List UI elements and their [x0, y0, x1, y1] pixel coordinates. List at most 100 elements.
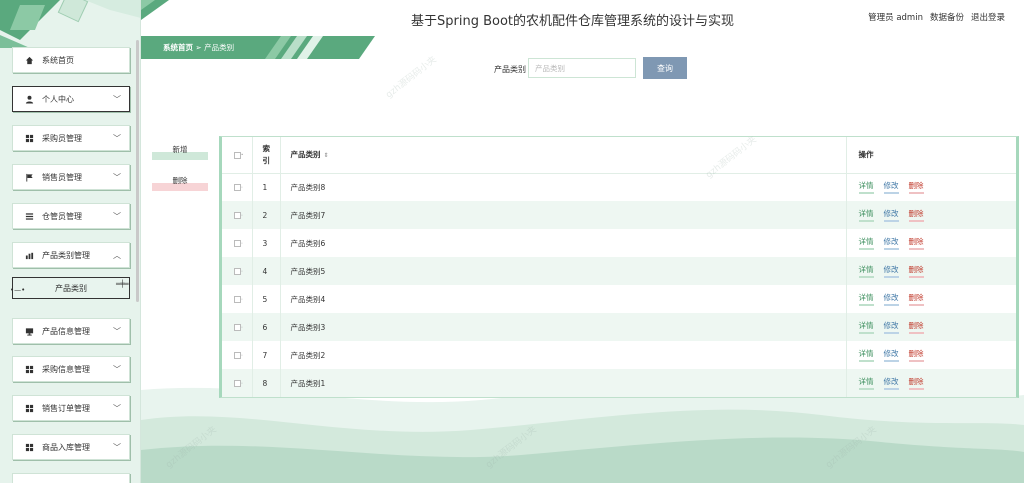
delete-button[interactable]: 删除 — [908, 321, 924, 334]
sidebar-item-label: 采购员管理 — [42, 133, 82, 143]
table-row: · 7 产品类别2 详情 修改 删除 — [222, 341, 1016, 369]
grid-icon — [25, 404, 34, 413]
row-checkbox[interactable] — [234, 296, 241, 303]
detail-button[interactable]: 详情 — [858, 209, 874, 222]
chevron-down-icon: ﹀ — [113, 95, 121, 104]
row-select-cell: · — [222, 285, 253, 313]
row-checkbox[interactable] — [234, 212, 241, 219]
row-index: 5 — [252, 285, 281, 313]
row-ops: 详情 修改 删除 — [846, 313, 1016, 341]
detail-button[interactable]: 详情 — [858, 349, 874, 362]
table-row: · 2 产品类别7 详情 修改 删除 — [222, 201, 1016, 229]
logout-link[interactable]: 退出登录 — [971, 11, 1005, 23]
data-backup-link[interactable]: 数据备份 — [930, 11, 964, 23]
header-decoration — [141, 0, 169, 20]
table-row: · 6 产品类别3 详情 修改 删除 — [222, 313, 1016, 341]
row-checkbox[interactable] — [234, 268, 241, 275]
sidebar-item-personal-center[interactable]: 个人中心 ﹀ — [12, 86, 130, 112]
delete-button[interactable]: 删除 — [908, 377, 924, 390]
edit-button[interactable]: 修改 — [883, 349, 899, 362]
detail-button[interactable]: 详情 — [858, 321, 874, 334]
sidebar-item-label: 产品类别管理 — [42, 250, 90, 260]
table-body: · 1 产品类别8 详情 修改 删除 · 2 产品类别7 详情 修改 删除 · … — [222, 173, 1016, 397]
list-icon — [25, 212, 34, 221]
edit-button[interactable]: 修改 — [883, 181, 899, 194]
detail-button[interactable]: 详情 — [858, 377, 874, 390]
sidebar-item-label: 产品信息管理 — [42, 326, 90, 336]
row-select-cell: · — [222, 229, 253, 257]
row-ops: 详情 修改 删除 — [846, 369, 1016, 397]
delete-button[interactable]: 删除 — [908, 181, 924, 194]
row-select-cell: · — [222, 369, 253, 397]
edit-button[interactable]: 修改 — [883, 293, 899, 306]
edit-button[interactable]: 修改 — [883, 321, 899, 334]
category-search-input[interactable] — [528, 58, 636, 78]
sidebar-item-category-mgmt[interactable]: 产品类别管理 ︿ — [12, 242, 130, 268]
row-index: 7 — [252, 341, 281, 369]
table-row: · 5 产品类别4 详情 修改 删除 — [222, 285, 1016, 313]
sidebar-item-seller-mgmt[interactable]: 销售员管理 ﹀ — [12, 164, 130, 190]
row-checkbox[interactable] — [234, 324, 241, 331]
sidebar-item-next[interactable] — [12, 473, 130, 483]
detail-button[interactable]: 详情 — [858, 237, 874, 250]
select-all-cell: · — [222, 137, 253, 174]
breadcrumb-home-link[interactable]: 系统首页 — [163, 43, 193, 52]
row-category: 产品类别2 — [280, 341, 847, 369]
sidebar-item-warehouse-mgmt[interactable]: 仓管员管理 ﹀ — [12, 203, 130, 229]
delete-button[interactable]: 删除 — [908, 237, 924, 250]
search-button[interactable]: 查询 — [643, 57, 687, 79]
row-select-cell: · — [222, 173, 253, 201]
sort-icon[interactable]: ⇕ — [324, 152, 329, 159]
batch-delete-button[interactable]: 删除 — [152, 175, 208, 191]
detail-button[interactable]: 详情 — [858, 265, 874, 278]
ops-header: 操作 — [846, 137, 1016, 174]
row-checkbox[interactable] — [234, 380, 241, 387]
detail-button[interactable]: 详情 — [858, 181, 874, 194]
row-index: 1 — [252, 173, 281, 201]
row-category: 产品类别4 — [280, 285, 847, 313]
chart-icon — [25, 251, 34, 260]
sidebar-item-label: 仓管员管理 — [42, 211, 82, 221]
sidebar-item-label: 采购信息管理 — [42, 364, 90, 374]
sidebar-item-home[interactable]: 系统首页 — [12, 47, 130, 73]
sidebar-item-purchase-info-mgmt[interactable]: 采购信息管理 ﹀ — [12, 356, 130, 382]
category-header[interactable]: 产品类别 ⇕ — [280, 137, 847, 174]
sidebar-decoration — [0, 0, 140, 48]
delete-button[interactable]: 删除 — [908, 349, 924, 362]
edit-button[interactable]: 修改 — [883, 377, 899, 390]
sidebar-item-purchaser-mgmt[interactable]: 采购员管理 ﹀ — [12, 125, 130, 151]
chevron-down-icon: ﹀ — [113, 134, 121, 143]
sidebar-subitem-product-category[interactable]: 产品类别 — [12, 277, 130, 299]
row-checkbox[interactable] — [234, 352, 241, 359]
chevron-down-icon: ﹀ — [113, 404, 121, 413]
add-button[interactable]: 新增 — [152, 144, 208, 160]
edit-button[interactable]: 修改 — [883, 237, 899, 250]
search-label: 产品类别 — [494, 65, 526, 74]
select-all-checkbox[interactable] — [234, 151, 241, 159]
delete-button[interactable]: 删除 — [908, 293, 924, 306]
sidebar-subitem-label: 产品类别 — [55, 283, 87, 293]
chevron-down-icon: ﹀ — [113, 443, 121, 452]
dots-decoration-icon: •—• — [10, 286, 26, 294]
delete-button[interactable]: 删除 — [908, 265, 924, 278]
edit-button[interactable]: 修改 — [883, 265, 899, 278]
row-ops: 详情 修改 删除 — [846, 341, 1016, 369]
grid-icon — [25, 134, 34, 143]
sidebar-item-product-info-mgmt[interactable]: 产品信息管理 ﹀ — [12, 318, 130, 344]
sidebar-item-label: 商品入库管理 — [42, 442, 90, 452]
home-icon — [25, 56, 34, 65]
detail-button[interactable]: 详情 — [858, 293, 874, 306]
delete-button[interactable]: 删除 — [908, 209, 924, 222]
sidebar-item-stock-in-mgmt[interactable]: 商品入库管理 ﹀ — [12, 434, 130, 460]
row-index: 8 — [252, 369, 281, 397]
top-links: 管理员 admin 数据备份 退出登录 — [868, 11, 1005, 23]
row-ops: 详情 修改 删除 — [846, 229, 1016, 257]
edit-button[interactable]: 修改 — [883, 209, 899, 222]
user-icon — [25, 95, 34, 104]
admin-user-link[interactable]: 管理员 admin — [868, 11, 923, 23]
row-checkbox[interactable] — [234, 184, 241, 192]
sidebar-item-sales-order-mgmt[interactable]: 销售订单管理 ﹀ — [12, 395, 130, 421]
flag-icon — [25, 173, 34, 182]
row-checkbox[interactable] — [234, 240, 241, 247]
sidebar-scrollbar[interactable] — [136, 40, 139, 302]
